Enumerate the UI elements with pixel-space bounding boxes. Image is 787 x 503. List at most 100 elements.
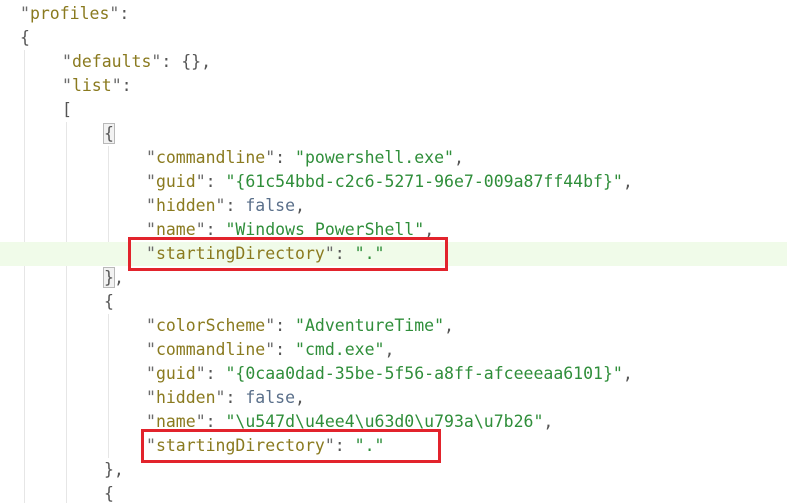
code-token: "	[195, 172, 206, 191]
code-line[interactable]: "name": "\u547d\u4ee4\u63d0\u793a\u7b26"…	[0, 410, 787, 434]
code-line[interactable]: {	[0, 290, 787, 314]
code-line[interactable]: {	[0, 122, 787, 146]
code-token: :	[275, 340, 296, 359]
code-text: {	[20, 26, 30, 50]
code-token: "	[146, 244, 156, 263]
code-token: false	[245, 388, 296, 407]
code-line[interactable]: "defaults": {},	[0, 50, 787, 74]
code-token: "	[62, 76, 72, 95]
code-text: "hidden": false,	[146, 386, 305, 410]
code-text: "name": "\u547d\u4ee4\u63d0\u793a\u7b26"…	[146, 410, 553, 434]
code-token: "	[195, 364, 206, 383]
code-text: "profiles":	[20, 2, 129, 26]
code-line[interactable]: {	[0, 26, 787, 50]
code-token: {	[104, 292, 114, 311]
code-token: ,	[622, 172, 633, 191]
code-editor[interactable]: "profiles":{"defaults": {}, "list":[{"com…	[0, 0, 787, 503]
code-token: "	[146, 148, 156, 167]
code-token: colorScheme	[155, 316, 266, 335]
code-text: "guid": "{61c54bbd-c2c6-5271-96e7-009a87…	[146, 170, 633, 194]
code-text: "hidden": false,	[146, 194, 305, 218]
code-token: guid	[155, 172, 196, 191]
code-text: "list":	[62, 74, 132, 98]
code-token: "	[146, 412, 156, 431]
code-text: "defaults": {},	[62, 50, 211, 74]
code-line[interactable]: "commandline": "cmd.exe",	[0, 338, 787, 362]
code-text: },	[104, 458, 124, 482]
code-token: "	[195, 220, 206, 239]
code-token: ,	[622, 364, 633, 383]
code-token: "	[215, 388, 226, 407]
code-line[interactable]: "hidden": false,	[0, 386, 787, 410]
code-token: commandline	[155, 148, 266, 167]
code-text: "colorScheme": "AdventureTime",	[146, 314, 454, 338]
code-token: "	[215, 196, 226, 215]
code-token: :	[334, 436, 355, 455]
code-line[interactable]: },	[0, 266, 787, 290]
code-token: "	[146, 220, 156, 239]
code-text: "commandline": "powershell.exe",	[146, 146, 464, 170]
code-token: "	[195, 412, 206, 431]
code-token: :	[121, 76, 132, 95]
code-token: "	[146, 436, 156, 455]
code-token: {	[103, 123, 115, 144]
code-text: "startingDirectory": "."	[146, 242, 384, 266]
code-text: [	[62, 98, 72, 122]
code-token: [	[62, 100, 72, 119]
code-line[interactable]: "profiles":	[0, 2, 787, 26]
code-token: ,	[543, 412, 554, 431]
code-text: {	[104, 290, 114, 314]
code-line[interactable]: "name": "Windows PowerShell",	[0, 218, 787, 242]
code-token: "	[146, 196, 156, 215]
code-token: list	[71, 76, 112, 95]
code-token: :	[205, 364, 226, 383]
code-token: "	[109, 4, 120, 23]
code-token: hidden	[155, 388, 216, 407]
code-line[interactable]: "list":	[0, 74, 787, 98]
code-token: "	[146, 340, 156, 359]
code-token: ,	[444, 316, 454, 335]
code-token: "	[62, 52, 72, 71]
code-token: "Windows PowerShell"	[225, 220, 425, 239]
code-token: "powershell.exe"	[295, 148, 454, 167]
code-line[interactable]: "colorScheme": "AdventureTime",	[0, 314, 787, 338]
code-token: defaults	[71, 52, 152, 71]
code-line[interactable]: [	[0, 98, 787, 122]
code-line[interactable]: "startingDirectory": "."	[0, 242, 787, 266]
code-token: "cmd.exe"	[295, 340, 385, 359]
code-line[interactable]: "hidden": false,	[0, 194, 787, 218]
code-token: :	[205, 220, 226, 239]
code-token: "	[265, 316, 276, 335]
code-token: },	[104, 460, 124, 479]
code-token: {	[20, 28, 30, 47]
code-token: false	[245, 196, 296, 215]
code-token: {	[104, 484, 114, 503]
code-token: "."	[354, 244, 385, 263]
code-token: :	[225, 196, 246, 215]
code-token: "{61c54bbd-c2c6-5271-96e7-009a87ff44bf}"	[225, 172, 623, 191]
code-token: : {},	[161, 52, 212, 71]
code-line[interactable]: "guid": "{0caa0dad-35be-5f56-a8ff-afceee…	[0, 362, 787, 386]
code-token: :	[119, 4, 130, 23]
code-line[interactable]: },	[0, 458, 787, 482]
code-line[interactable]: "guid": "{61c54bbd-c2c6-5271-96e7-009a87…	[0, 170, 787, 194]
code-token: hidden	[155, 196, 216, 215]
code-token: ,	[113, 268, 124, 287]
code-token: :	[275, 316, 296, 335]
code-token: "\u547d\u4ee4\u63d0\u793a\u7b26"	[225, 412, 544, 431]
code-text: "guid": "{0caa0dad-35be-5f56-a8ff-afceee…	[146, 362, 633, 386]
code-token: "AdventureTime"	[295, 316, 445, 335]
code-token: profiles	[29, 4, 110, 23]
code-token: "	[324, 436, 335, 455]
code-token: "	[146, 316, 156, 335]
code-token: guid	[155, 364, 196, 383]
code-line[interactable]: "startingDirectory": "."	[0, 434, 787, 458]
code-text: "commandline": "cmd.exe",	[146, 338, 394, 362]
code-token: "."	[354, 436, 385, 455]
code-line[interactable]: "commandline": "powershell.exe",	[0, 146, 787, 170]
code-token: name	[155, 220, 196, 239]
code-token: name	[155, 412, 196, 431]
code-line[interactable]: {	[0, 482, 787, 503]
code-token: "	[111, 76, 122, 95]
code-text: },	[103, 266, 124, 290]
